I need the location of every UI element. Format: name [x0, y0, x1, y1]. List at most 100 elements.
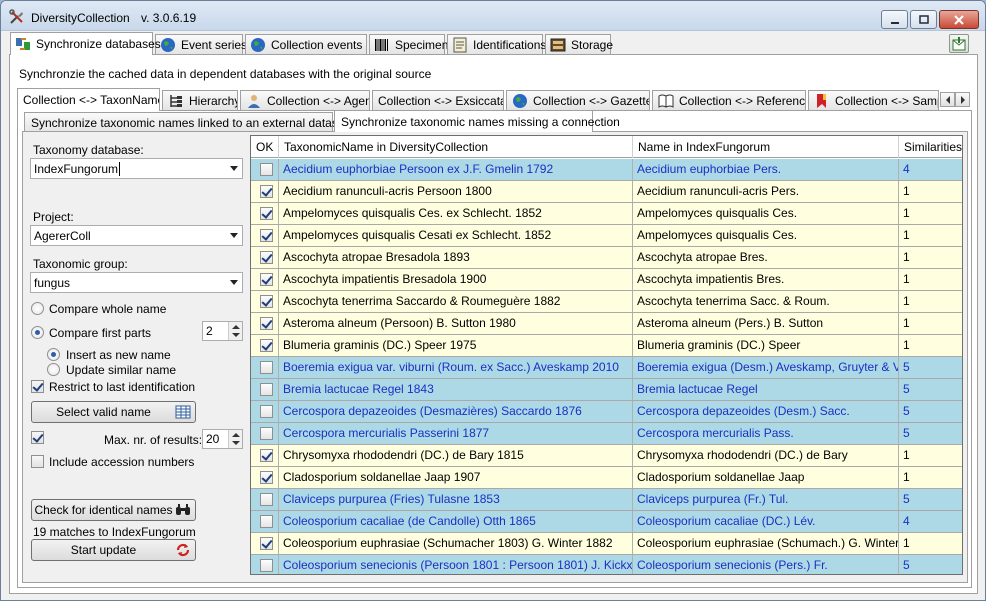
taxonomic-group-select[interactable]: fungus	[30, 272, 243, 293]
if-name-cell[interactable]: Chrysomyxa rhododendri (DC.) de Bary	[633, 445, 899, 466]
similarities-cell[interactable]: 5	[899, 401, 962, 422]
row-ok-checkbox[interactable]	[260, 493, 273, 506]
header-if-name[interactable]: Name in IndexFungorum	[633, 136, 899, 158]
spin-arrows-icon[interactable]	[228, 430, 242, 448]
dc-name-cell[interactable]: Blumeria graminis (DC.) Speer 1975	[279, 335, 633, 356]
tab-specimen[interactable]: Specimen	[369, 34, 448, 54]
table-row[interactable]: Cladosporium soldanellae Jaap 1907 Clados…	[251, 467, 962, 489]
feedback-button[interactable]	[949, 34, 969, 53]
tab-collection-gazetteer[interactable]: Collection <-> Gazetteer	[506, 90, 650, 110]
dc-name-cell[interactable]: Ascochyta tenerrima Saccardo & Roumeguèr…	[279, 291, 633, 312]
similarities-cell[interactable]: 1	[899, 181, 962, 202]
update-similar-radio[interactable]	[47, 363, 60, 376]
if-name-cell[interactable]: Claviceps purpurea (Fr.) Tul.	[633, 489, 899, 510]
dc-name-cell[interactable]: Ascochyta atropae Bresadola 1893	[279, 247, 633, 268]
similarities-cell[interactable]: 1	[899, 467, 962, 488]
if-name-cell[interactable]: Cercospora depazeoides (Desm.) Sacc.	[633, 401, 899, 422]
if-name-cell[interactable]: Bremia lactucae Regel	[633, 379, 899, 400]
tab-collection-taxonnames[interactable]: Collection <-> TaxonNames	[17, 88, 160, 111]
project-select[interactable]: AgererColl	[30, 225, 243, 246]
maximize-button[interactable]	[910, 10, 937, 29]
similarities-cell[interactable]: 1	[899, 335, 962, 356]
if-name-cell[interactable]: Blumeria graminis (DC.) Speer	[633, 335, 899, 356]
similarities-cell[interactable]: 4	[899, 511, 962, 532]
if-name-cell[interactable]: Coleosporium senecionis (Pers.) Fr.	[633, 555, 899, 574]
row-ok-checkbox[interactable]	[260, 537, 273, 550]
dc-name-cell[interactable]: Ascochyta impatientis Bresadola 1900	[279, 269, 633, 290]
dc-name-cell[interactable]: Cladosporium soldanellae Jaap 1907	[279, 467, 633, 488]
tab-collection-exsiccatae[interactable]: Collection <-> Exsiccatae	[372, 90, 504, 110]
if-name-cell[interactable]: Ampelomyces quisqualis Ces.	[633, 203, 899, 224]
similarities-cell[interactable]: 4	[899, 159, 962, 180]
max-results-stepper[interactable]: 20	[202, 429, 243, 449]
row-ok-checkbox[interactable]	[260, 361, 273, 374]
close-button[interactable]	[939, 10, 979, 29]
if-name-cell[interactable]: Coleosporium euphrasiae (Schumach.) G. W…	[633, 533, 899, 554]
row-ok-checkbox[interactable]	[260, 229, 273, 242]
row-ok-checkbox[interactable]	[260, 515, 273, 528]
header-similarities[interactable]: Similarities	[899, 136, 962, 158]
table-row[interactable]: Coleosporium cacaliae (de Candolle) Otth…	[251, 511, 962, 533]
row-ok-checkbox[interactable]	[260, 405, 273, 418]
tab-identifications[interactable]: Identifications	[447, 34, 546, 54]
table-row[interactable]: Ascochyta atropae Bresadola 1893 Ascochyt…	[251, 247, 962, 269]
if-name-cell[interactable]: Cladosporium soldanellae Jaap	[633, 467, 899, 488]
if-name-cell[interactable]: Cercospora mercurialis Pass.	[633, 423, 899, 444]
row-ok-checkbox[interactable]	[260, 163, 273, 176]
row-ok-checkbox[interactable]	[260, 559, 273, 572]
check-identical-button[interactable]: Check for identical names	[31, 499, 196, 521]
tab-scroll-right-button[interactable]	[955, 92, 970, 107]
results-grid[interactable]: OK TaxonomicName in DiversityCollection …	[250, 135, 963, 575]
dc-name-cell[interactable]: Cercospora depazeoides (Desmazières) Sac…	[279, 401, 633, 422]
tab-collection-agents[interactable]: Collection <-> Agents	[240, 90, 370, 110]
if-name-cell[interactable]: Ampelomyces quisqualis Ces.	[633, 225, 899, 246]
table-row[interactable]: Cercospora mercurialis Passerini 1877 Cer…	[251, 423, 962, 445]
header-ok[interactable]: OK	[251, 136, 279, 158]
tab-synchronize-linked-names[interactable]: Synchronize taxonomic names linked to an…	[24, 112, 368, 132]
similarities-cell[interactable]: 5	[899, 423, 962, 444]
tab-synchronize-databases[interactable]: Synchronize databases	[10, 32, 161, 55]
max-results-checkbox[interactable]	[31, 431, 44, 444]
tab-storage[interactable]: Storage	[545, 34, 613, 54]
tab-collection-references[interactable]: Collection <-> References	[652, 90, 806, 110]
row-ok-checkbox[interactable]	[260, 317, 273, 330]
similarities-cell[interactable]: 1	[899, 533, 962, 554]
table-row[interactable]: Ampelomyces quisqualis Cesati ex Schlech…	[251, 225, 962, 247]
table-row[interactable]: Aecidium euphorbiae Persoon ex J.F. Gmel…	[251, 159, 962, 181]
similarities-cell[interactable]: 5	[899, 357, 962, 378]
if-name-cell[interactable]: Asteroma alneum (Pers.) B. Sutton	[633, 313, 899, 334]
select-valid-button[interactable]: Select valid name	[31, 401, 196, 423]
dc-name-cell[interactable]: Chrysomyxa rhododendri (DC.) de Bary 181…	[279, 445, 633, 466]
similarities-cell[interactable]: 1	[899, 313, 962, 334]
similarities-cell[interactable]: 1	[899, 203, 962, 224]
if-name-cell[interactable]: Ascochyta atropae Bres.	[633, 247, 899, 268]
table-row[interactable]: Coleosporium senecionis (Persoon 1801 : …	[251, 555, 962, 574]
table-row[interactable]: Cercospora depazeoides (Desmazières) Sac…	[251, 401, 962, 423]
similarities-cell[interactable]: 5	[899, 379, 962, 400]
table-row[interactable]: Coleosporium euphrasiae (Schumacher 1803…	[251, 533, 962, 555]
tab-hierarchy[interactable]: Hierarchy	[162, 90, 238, 110]
taxonomy-db-select[interactable]: IndexFungorum	[30, 158, 243, 179]
dc-name-cell[interactable]: Coleosporium cacaliae (de Candolle) Otth…	[279, 511, 633, 532]
table-row[interactable]: Ascochyta impatientis Bresadola 1900 Asco…	[251, 269, 962, 291]
start-update-button[interactable]: Start update	[31, 539, 196, 561]
table-row[interactable]: Boeremia exigua var. viburni (Roum. ex S…	[251, 357, 962, 379]
insert-new-radio[interactable]	[47, 348, 60, 361]
spin-arrows-icon[interactable]	[228, 322, 242, 340]
if-name-cell[interactable]: Aecidium euphorbiae Pers.	[633, 159, 899, 180]
similarities-cell[interactable]: 1	[899, 247, 962, 268]
dc-name-cell[interactable]: Ampelomyces quisqualis Cesati ex Schlech…	[279, 225, 633, 246]
dc-name-cell[interactable]: Claviceps purpurea (Fries) Tulasne 1853	[279, 489, 633, 510]
row-ok-checkbox[interactable]	[260, 295, 273, 308]
table-row[interactable]: Bremia lactucae Regel 1843 Bremia lactuca…	[251, 379, 962, 401]
if-name-cell[interactable]: Aecidium ranunculi-acris Pers.	[633, 181, 899, 202]
dc-name-cell[interactable]: Coleosporium senecionis (Persoon 1801 : …	[279, 555, 633, 574]
minimize-button[interactable]	[881, 10, 908, 29]
similarities-cell[interactable]: 1	[899, 225, 962, 246]
dc-name-cell[interactable]: Aecidium euphorbiae Persoon ex J.F. Gmel…	[279, 159, 633, 180]
table-row[interactable]: Ascochyta tenerrima Saccardo & Roumeguèr…	[251, 291, 962, 313]
similarities-cell[interactable]: 1	[899, 291, 962, 312]
row-ok-checkbox[interactable]	[260, 383, 273, 396]
if-name-cell[interactable]: Ascochyta impatientis Bres.	[633, 269, 899, 290]
table-row[interactable]: Blumeria graminis (DC.) Speer 1975 Blumer…	[251, 335, 962, 357]
